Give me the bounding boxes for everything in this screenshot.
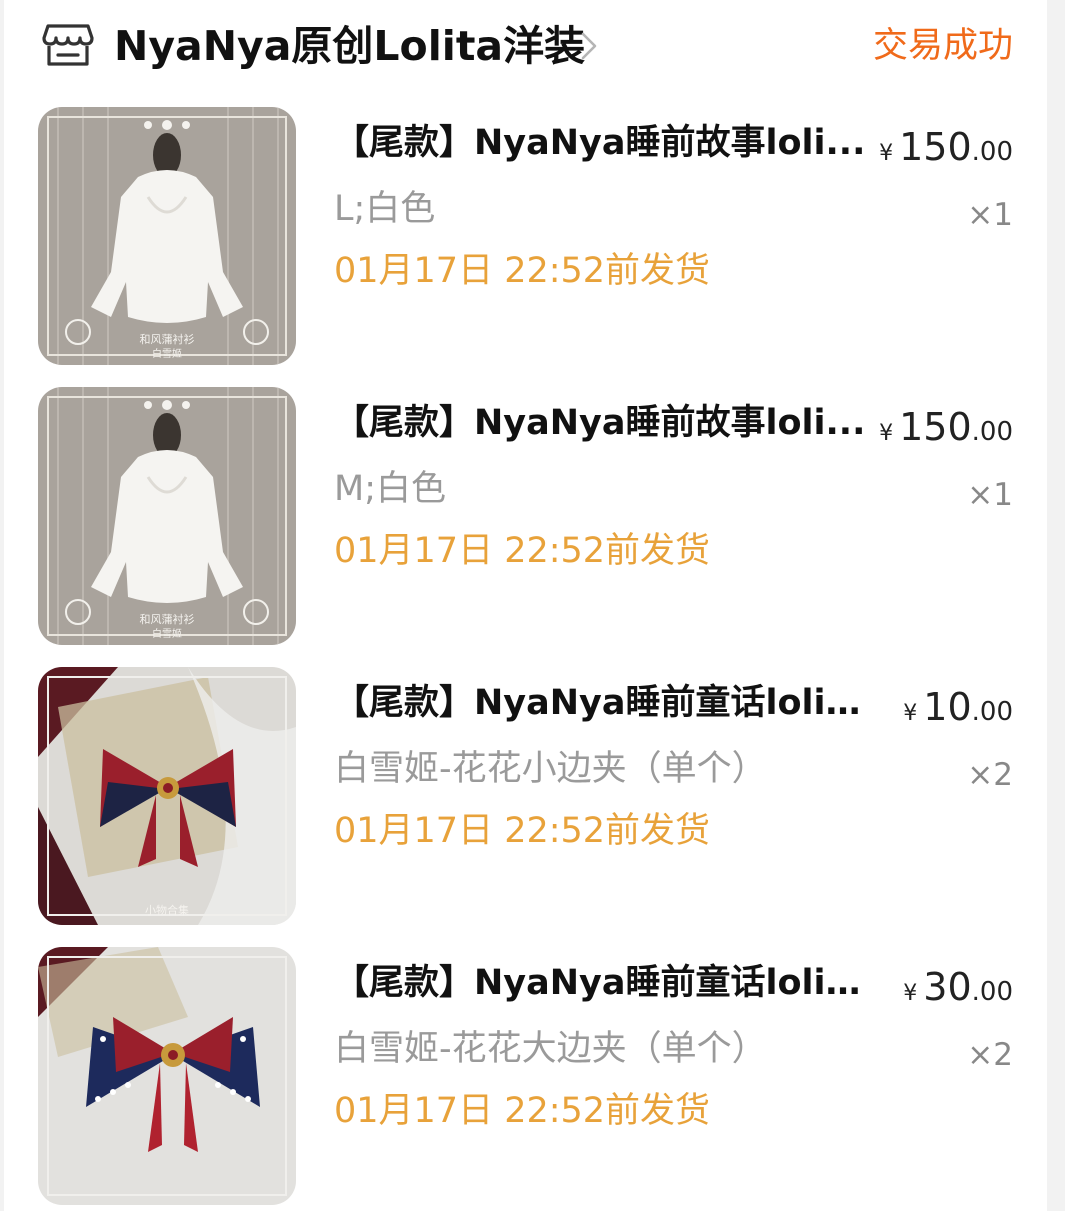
product-title[interactable]: 【尾款】NyaNya睡前童话lolit... [334,679,874,727]
order-item[interactable]: 和风蒲衬衫 白雪姬 【尾款】NyaNya睡前故事loli... ¥150.00 … [4,107,1047,369]
product-quantity: ×1 [967,197,1013,233]
product-sku: 白雪姬-花花小边夹（单个） [334,749,767,789]
price-currency: ¥ [879,141,894,166]
product-title[interactable]: 【尾款】NyaNya睡前童话lolit... [334,959,874,1007]
price-currency: ¥ [903,701,918,726]
shop-name[interactable]: NyaNya原创Lolita洋装 [114,18,585,74]
image-caption: 和风蒲衬衫 [140,332,195,346]
product-sku: M;白色 [334,469,446,509]
product-sku: 白雪姬-花花大边夹（单个） [334,1029,767,1069]
price-integer: 10 [923,685,972,729]
order-status: 交易成功 [872,26,1013,66]
order-item[interactable]: 小物合集 【尾款】NyaNya睡前童话lolit... ¥10.00 白雪姬-花… [4,667,1047,929]
price-decimal: .00 [971,697,1013,727]
product-title[interactable]: 【尾款】NyaNya睡前故事loli... [334,399,874,447]
price-decimal: .00 [971,977,1013,1007]
product-price: ¥30.00 [903,963,1013,1019]
order-item[interactable]: 【尾款】NyaNya睡前童话lolit... ¥30.00 白雪姬-花花大边夹（… [4,947,1047,1209]
ship-deadline: 01月17日 22:52前发货 [334,811,711,851]
price-integer: 150 [899,125,972,169]
product-image[interactable]: 和风蒲衬衫 白雪姬 [38,387,296,645]
product-image[interactable]: 小物合集 [38,667,296,925]
product-image[interactable] [38,947,296,1205]
product-sku: L;白色 [334,189,436,229]
product-quantity: ×2 [967,757,1013,793]
price-decimal: .00 [971,417,1013,447]
order-header: NyaNya原创Lolita洋装 交易成功 [4,0,1047,96]
image-caption: 白雪姬 [152,347,182,360]
price-decimal: .00 [971,137,1013,167]
product-title[interactable]: 【尾款】NyaNya睡前故事loli... [334,119,874,167]
price-integer: 30 [923,965,972,1009]
chevron-right-icon[interactable] [578,28,600,64]
price-currency: ¥ [879,421,894,446]
product-price: ¥150.00 [879,123,1013,179]
product-quantity: ×2 [967,1037,1013,1073]
product-price: ¥150.00 [879,403,1013,459]
shop-icon [42,24,94,66]
price-integer: 150 [899,405,972,449]
image-caption: 小物合集 [145,903,189,917]
ship-deadline: 01月17日 22:52前发货 [334,531,711,571]
order-card: NyaNya原创Lolita洋装 交易成功 和风蒲衬衫 白雪姬 【尾款】NyaN… [4,0,1047,1211]
image-caption: 和风蒲衬衫 [140,612,195,626]
product-price: ¥10.00 [903,683,1013,739]
ship-deadline: 01月17日 22:52前发货 [334,1091,711,1131]
price-currency: ¥ [903,981,918,1006]
product-image[interactable]: 和风蒲衬衫 白雪姬 [38,107,296,365]
product-quantity: ×1 [967,477,1013,513]
ship-deadline: 01月17日 22:52前发货 [334,251,711,291]
image-caption: 白雪姬 [152,627,182,640]
order-item[interactable]: 和风蒲衬衫 白雪姬 【尾款】NyaNya睡前故事loli... ¥150.00 … [4,387,1047,649]
